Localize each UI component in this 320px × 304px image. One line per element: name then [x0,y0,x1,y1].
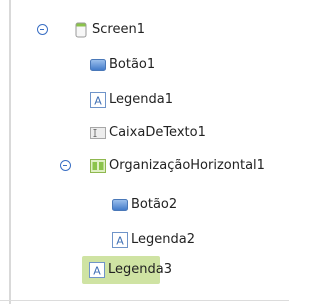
tree-node-label: Botão2 [131,196,178,212]
horizontal-arrangement-icon [90,158,106,174]
tree-node-caixadetexto1[interactable]: CaixaDeTexto1 [90,121,206,144]
tree-node-label: Legenda2 [131,231,195,247]
svg-text:A: A [116,234,124,247]
label-icon: A [89,262,105,278]
tree-node-botao2[interactable]: Botão2 [112,193,177,216]
tree-node-label: Legenda3 [108,262,172,277]
tree-node-legenda2[interactable]: A Legenda2 [112,228,195,251]
tree-node-legenda1[interactable]: A Legenda1 [90,88,173,111]
button-icon [112,197,128,213]
tree-node-screen1[interactable]: Screen1 [73,18,145,41]
tree-node-label: Legenda1 [109,91,173,107]
tree-node-organizacaohorizontal1[interactable]: OrganizaçãoHorizontal1 [90,154,265,177]
tree-node-label: Screen1 [92,21,145,37]
tree-node-label: CaixaDeTexto1 [109,124,206,140]
panel-bottom-border [0,300,289,301]
tree-node-botao1[interactable]: Botão1 [90,53,155,76]
tree-node-label: Botão1 [109,56,156,72]
components-tree-panel: Screen1 Botão1 A Legenda1 CaixaDeTexto1 … [0,0,289,304]
panel-left-border [9,0,11,304]
svg-text:A: A [94,94,102,107]
textbox-icon [90,125,106,141]
button-icon [90,57,106,73]
svg-text:A: A [93,265,101,278]
screen-icon [73,22,89,38]
tree-node-label: OrganizaçãoHorizontal1 [109,157,265,173]
collapse-toggle-organizacaohorizontal1[interactable] [60,160,71,171]
label-icon: A [90,91,106,108]
label-icon: A [112,231,128,248]
collapse-toggle-screen1[interactable] [37,24,48,35]
tree-node-legenda3[interactable]: A Legenda3 [82,256,172,284]
